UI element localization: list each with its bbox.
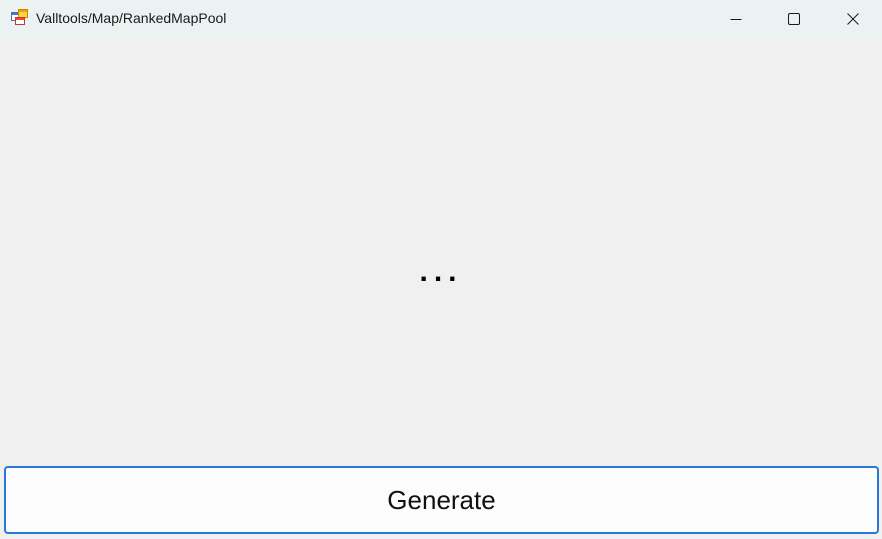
- maximize-icon: [788, 12, 800, 25]
- generate-button[interactable]: Generate: [4, 466, 879, 534]
- window-title: Valltools/Map/RankedMapPool: [36, 10, 227, 26]
- app-window-icon: [11, 9, 28, 25]
- title-bar[interactable]: Valltools/Map/RankedMapPool: [0, 0, 882, 37]
- close-button[interactable]: [824, 0, 882, 37]
- close-icon: [847, 12, 859, 25]
- status-label: ...: [419, 255, 463, 288]
- app-window: Valltools/Map/RankedMapPool ... Generate: [0, 0, 882, 539]
- maximize-button[interactable]: [765, 0, 823, 37]
- minimize-button[interactable]: [707, 0, 765, 37]
- client-area: ... Generate: [0, 37, 882, 539]
- minimize-icon: [730, 13, 742, 25]
